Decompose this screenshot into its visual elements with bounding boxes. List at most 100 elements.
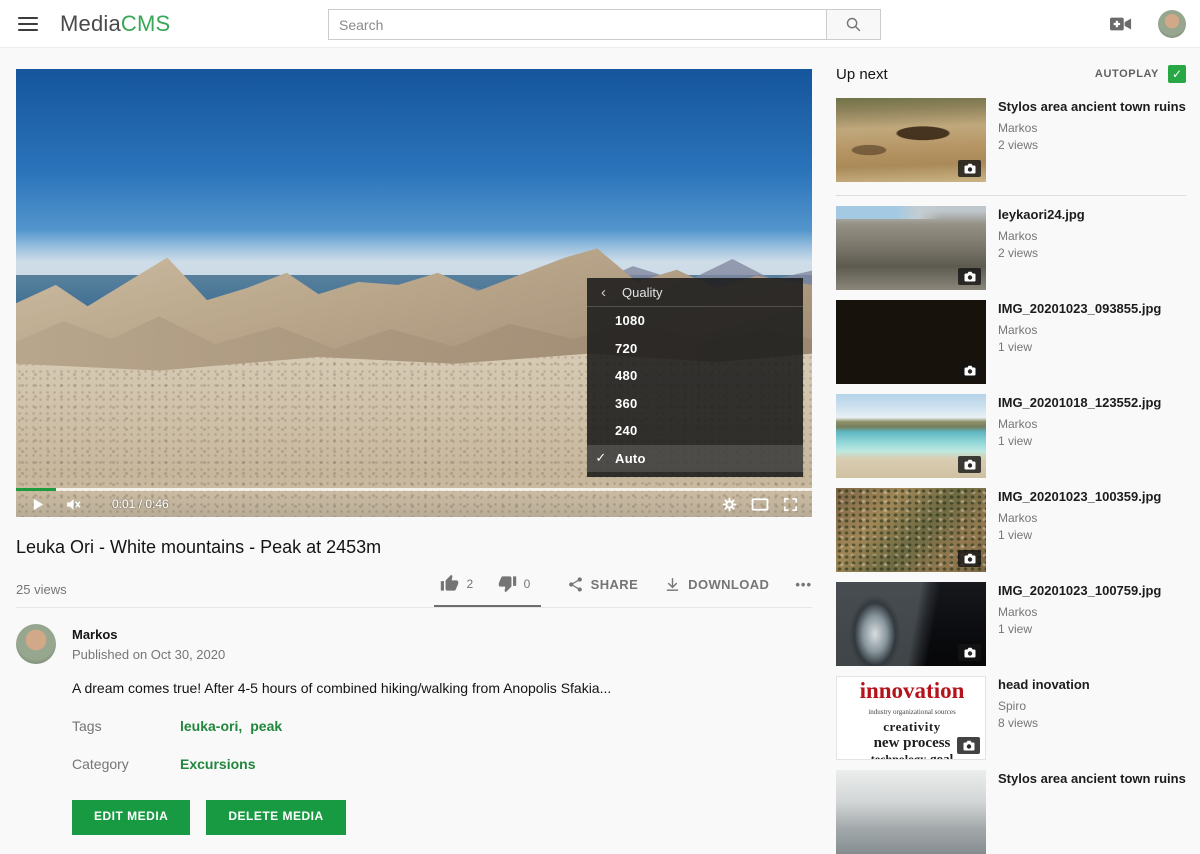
search-input[interactable] <box>328 9 826 40</box>
settings-gear-icon[interactable] <box>722 497 737 512</box>
related-thumbnail <box>836 770 986 854</box>
related-views: 8 views <box>998 716 1090 730</box>
related-media-item[interactable]: IMG_20201023_100759.jpg Markos 1 view <box>836 582 1186 666</box>
related-media-item[interactable]: innovation industry organizational sourc… <box>836 676 1186 760</box>
related-media-item[interactable]: IMG_20201023_100359.jpg Markos 1 view <box>836 488 1186 572</box>
related-author: Markos <box>998 323 1161 337</box>
category-label: Category <box>72 756 180 772</box>
dislike-button[interactable]: 0 <box>498 574 531 593</box>
share-icon <box>567 576 584 593</box>
related-media-item[interactable]: IMG_20201023_093855.jpg Markos 1 view <box>836 300 1186 384</box>
like-count: 2 <box>466 577 473 591</box>
related-author: Markos <box>998 511 1161 525</box>
search-button[interactable] <box>826 9 881 40</box>
author-avatar[interactable] <box>16 624 56 664</box>
logo-cms-text: CMS <box>121 11 171 36</box>
app-logo[interactable]: MediaCMS <box>60 11 170 37</box>
quality-menu-back[interactable]: ‹ Quality <box>587 278 803 307</box>
related-author: Markos <box>998 417 1161 431</box>
share-button[interactable]: SHARE <box>567 576 639 605</box>
menu-icon[interactable] <box>18 17 38 31</box>
like-button[interactable]: 2 <box>440 574 473 593</box>
related-title: leykaori24.jpg <box>998 207 1085 223</box>
related-title: head inovation <box>998 677 1090 693</box>
related-views: 1 view <box>998 340 1161 354</box>
related-thumbnail <box>836 488 986 572</box>
theater-mode-icon[interactable] <box>751 497 769 512</box>
camera-badge-icon <box>958 456 981 473</box>
quality-menu: ‹ Quality 1080 720 480 360 240 ✓ Auto <box>587 278 803 477</box>
quality-menu-title: Quality <box>622 285 662 300</box>
top-navbar: MediaCMS <box>0 0 1200 48</box>
more-icon: ••• <box>795 577 812 592</box>
related-media-item[interactable]: Stylos area ancient town ruins Markos 2 … <box>836 98 1186 182</box>
download-icon <box>664 576 681 593</box>
quality-option-720[interactable]: 720 <box>587 335 803 363</box>
dislike-count: 0 <box>524 577 531 591</box>
related-thumbnail <box>836 206 986 290</box>
download-button[interactable]: DOWNLOAD <box>664 576 769 605</box>
camera-badge-icon <box>958 268 981 285</box>
related-author: Markos <box>998 605 1161 619</box>
related-thumbnail: innovation industry organizational sourc… <box>836 676 986 760</box>
upload-media-icon[interactable] <box>1110 16 1132 32</box>
volume-muted-icon[interactable] <box>65 496 82 513</box>
check-icon: ✓ <box>587 450 615 466</box>
related-media-item[interactable]: IMG_20201018_123552.jpg Markos 1 view <box>836 394 1186 478</box>
download-label: DOWNLOAD <box>688 577 769 592</box>
camera-badge-icon <box>958 362 981 379</box>
autoplay-checkbox[interactable]: ✓ <box>1168 65 1186 83</box>
user-avatar[interactable] <box>1158 10 1186 38</box>
delete-media-button[interactable]: DELETE MEDIA <box>206 800 345 835</box>
related-media-item[interactable]: leykaori24.jpg Markos 2 views <box>836 206 1186 290</box>
tags-label: Tags <box>72 718 180 734</box>
search-icon <box>845 16 862 33</box>
play-button[interactable] <box>30 497 45 512</box>
autoplay-label: AUTOPLAY <box>1095 68 1159 80</box>
video-player[interactable]: 0:01 / 0:46 ‹ Quality 1080 7 <box>16 69 812 517</box>
category-link[interactable]: Excursions <box>180 756 255 772</box>
sidebar-divider <box>836 195 1186 196</box>
quality-option-240[interactable]: 240 <box>587 417 803 445</box>
author-name[interactable]: Markos <box>72 627 225 642</box>
related-views: 1 view <box>998 528 1161 542</box>
quality-option-480[interactable]: 480 <box>587 362 803 390</box>
related-thumbnail <box>836 98 986 182</box>
related-title: IMG_20201023_100759.jpg <box>998 583 1161 599</box>
related-views: 2 views <box>998 138 1186 152</box>
share-label: SHARE <box>591 577 639 592</box>
related-views: 2 views <box>998 246 1085 260</box>
view-count: 25 views <box>16 582 67 607</box>
edit-media-button[interactable]: EDIT MEDIA <box>72 800 190 835</box>
quality-option-auto[interactable]: ✓ Auto <box>587 445 803 473</box>
related-thumbnail <box>836 394 986 478</box>
related-author: Markos <box>998 121 1186 135</box>
thumbs-down-icon <box>498 574 517 593</box>
related-author: Markos <box>998 229 1085 243</box>
more-options-button[interactable]: ••• <box>795 577 812 604</box>
related-title: Stylos area ancient town ruins <box>998 99 1186 115</box>
related-author: Spiro <box>998 699 1090 713</box>
related-media-item[interactable]: Stylos area ancient town ruins <box>836 770 1186 854</box>
rating-group: 2 0 <box>434 574 540 607</box>
related-views: 1 view <box>998 434 1161 448</box>
media-title: Leuka Ori - White mountains - Peak at 24… <box>16 537 812 558</box>
player-controls: 0:01 / 0:46 <box>16 491 812 517</box>
related-title: IMG_20201023_093855.jpg <box>998 301 1161 317</box>
quality-option-1080[interactable]: 1080 <box>587 307 803 335</box>
thumbs-up-icon <box>440 574 459 593</box>
related-views: 1 view <box>998 622 1161 636</box>
tag-link-peak[interactable]: peak <box>250 718 282 734</box>
tag-link-leuka-ori[interactable]: leuka-ori, <box>180 718 242 734</box>
logo-media-text: Media <box>60 11 121 36</box>
camera-badge-icon <box>957 737 980 754</box>
quality-option-360[interactable]: 360 <box>587 390 803 418</box>
related-title: IMG_20201023_100359.jpg <box>998 489 1161 505</box>
time-display: 0:01 / 0:46 <box>112 497 169 511</box>
related-title: IMG_20201018_123552.jpg <box>998 395 1161 411</box>
related-thumbnail <box>836 300 986 384</box>
fullscreen-icon[interactable] <box>783 497 798 512</box>
publish-date: Published on Oct 30, 2020 <box>72 647 225 662</box>
camera-badge-icon <box>958 550 981 567</box>
quality-selected-label: Auto <box>615 451 646 466</box>
